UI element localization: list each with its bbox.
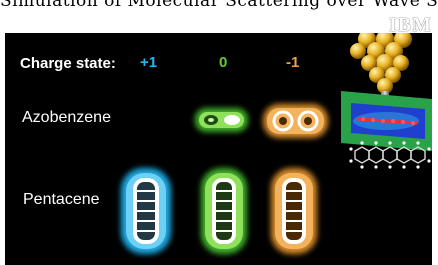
azobenzene-negative-image [263,104,328,138]
charge-state-label: Charge state: [20,55,116,72]
pentacene-neutral-image [201,168,247,254]
pentacene-label: Pentacene [23,191,100,208]
charge-zero-label: 0 [219,54,228,71]
azobenzene-label: Azobenzene [22,109,111,126]
charge-minus-one-label: -1 [286,54,300,71]
charge-plus-one-label: +1 [140,54,158,71]
cropped-caption-text: Simulation of Molecular Scattering over … [0,0,438,11]
ibm-logo: IBM [389,14,432,33]
azobenzene-neutral-image [195,108,248,132]
pentacene-positive-image [121,168,171,254]
top-caption-strip: Simulation of Molecular Scattering over … [0,0,438,33]
figure-panel: Charge state: +1 0 -1 Azobenzene Pentace… [5,33,432,265]
slide-image: Simulation of Molecular Scattering over … [0,0,438,265]
afm-tip-illustration [341,33,432,169]
pentacene-negative-image [271,168,317,254]
